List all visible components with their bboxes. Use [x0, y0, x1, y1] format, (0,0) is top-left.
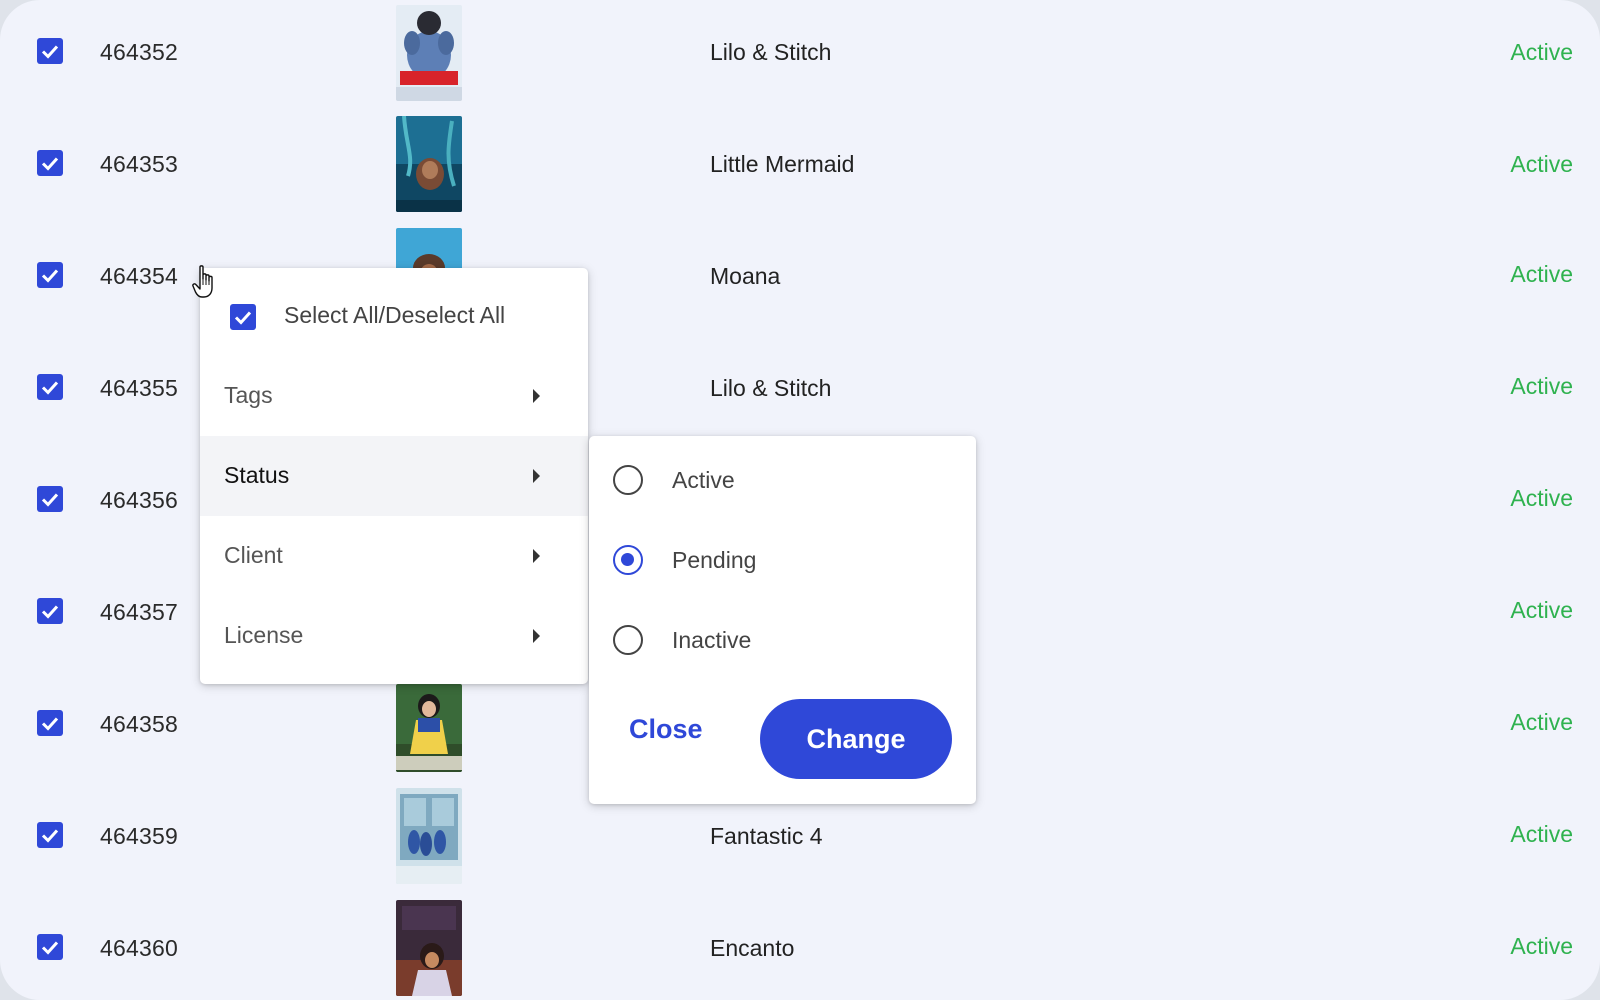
- row-checkbox[interactable]: [37, 598, 63, 624]
- row-id: 464356: [100, 487, 178, 513]
- bulk-actions-menu: Select All/Deselect All Tags Status Clie…: [200, 268, 588, 684]
- caret-right-icon: [533, 549, 540, 563]
- poster-image: [396, 116, 462, 212]
- row-title: Little Mermaid: [710, 151, 855, 177]
- select-all-label[interactable]: Select All/Deselect All: [284, 302, 505, 329]
- row-title: Fantastic 4: [710, 823, 823, 849]
- row-checkbox[interactable]: [37, 822, 63, 848]
- menu-item-label: License: [224, 622, 304, 648]
- radio-button[interactable]: [613, 625, 643, 655]
- status-option-label: Inactive: [672, 627, 752, 653]
- row-id: 464355: [100, 375, 178, 401]
- check-icon: [41, 717, 59, 731]
- check-icon: [41, 381, 59, 395]
- status-submenu: Active Pending Inactive Close Change: [589, 436, 976, 804]
- row-title: Encanto: [710, 935, 795, 961]
- row-checkbox[interactable]: [37, 38, 63, 64]
- row-id: 464352: [100, 39, 178, 65]
- caret-right-icon: [533, 389, 540, 403]
- row-checkbox[interactable]: [37, 262, 63, 288]
- status-text: Active: [1510, 821, 1573, 847]
- close-button[interactable]: Close: [629, 714, 703, 745]
- poster-image: [396, 788, 462, 884]
- status-text: Active: [1510, 709, 1573, 735]
- row-checkbox[interactable]: [37, 150, 63, 176]
- status-option-label: Active: [672, 467, 735, 493]
- check-icon: [41, 493, 59, 507]
- row-id: 464353: [100, 151, 178, 177]
- check-icon: [41, 45, 59, 59]
- check-icon: [234, 311, 252, 325]
- menu-item-label: Client: [224, 542, 283, 568]
- table-row[interactable]: 464353 Little Mermaid Active: [0, 112, 1600, 224]
- table-row[interactable]: 464360 Encanto Active: [0, 896, 1600, 1000]
- status-option-pending[interactable]: Pending: [589, 528, 976, 598]
- caret-right-icon: [533, 469, 540, 483]
- change-button[interactable]: Change: [760, 699, 952, 779]
- status-text: Active: [1510, 373, 1573, 399]
- row-title: Moana: [710, 263, 781, 289]
- status-text: Active: [1510, 933, 1573, 959]
- status-text: Active: [1510, 597, 1573, 623]
- poster-image: [396, 900, 462, 996]
- status-option-inactive[interactable]: Inactive: [589, 608, 976, 678]
- row-id: 464358: [100, 711, 178, 737]
- check-icon: [41, 829, 59, 843]
- row-id: 464360: [100, 935, 178, 961]
- row-id: 464354: [100, 263, 178, 289]
- row-checkbox[interactable]: [37, 710, 63, 736]
- status-text: Active: [1510, 151, 1573, 177]
- radio-button[interactable]: [613, 545, 643, 575]
- menu-item-status[interactable]: Status: [200, 436, 588, 516]
- menu-item-tags[interactable]: Tags: [200, 356, 588, 436]
- menu-item-license[interactable]: License: [200, 596, 588, 676]
- select-all-checkbox[interactable]: [230, 304, 256, 330]
- row-checkbox[interactable]: [37, 374, 63, 400]
- row-title: Lilo & Stitch: [710, 39, 832, 65]
- radio-button[interactable]: [613, 465, 643, 495]
- menu-item-label: Tags: [224, 382, 273, 408]
- check-icon: [41, 269, 59, 283]
- frame: 464352 Lilo & Stitch Active 464353 Littl…: [0, 0, 1600, 1000]
- menu-item-client[interactable]: Client: [200, 516, 588, 596]
- caret-right-icon: [533, 629, 540, 643]
- table-row[interactable]: 464352 Lilo & Stitch Active: [0, 0, 1600, 112]
- menu-item-label: Status: [224, 462, 290, 488]
- poster-image: [396, 684, 462, 772]
- check-icon: [41, 605, 59, 619]
- row-title: Lilo & Stitch: [710, 375, 832, 401]
- poster-image: [396, 5, 462, 101]
- row-id: 464359: [100, 823, 178, 849]
- status-option-active[interactable]: Active: [589, 448, 976, 518]
- row-id: 464357: [100, 599, 178, 625]
- status-text: Active: [1510, 485, 1573, 511]
- check-icon: [41, 941, 59, 955]
- status-text: Active: [1510, 261, 1573, 287]
- check-icon: [41, 157, 59, 171]
- status-text: Active: [1510, 39, 1573, 65]
- row-checkbox[interactable]: [37, 486, 63, 512]
- status-option-label: Pending: [672, 547, 757, 573]
- hand-pointer-icon: [192, 265, 213, 298]
- row-checkbox[interactable]: [37, 934, 63, 960]
